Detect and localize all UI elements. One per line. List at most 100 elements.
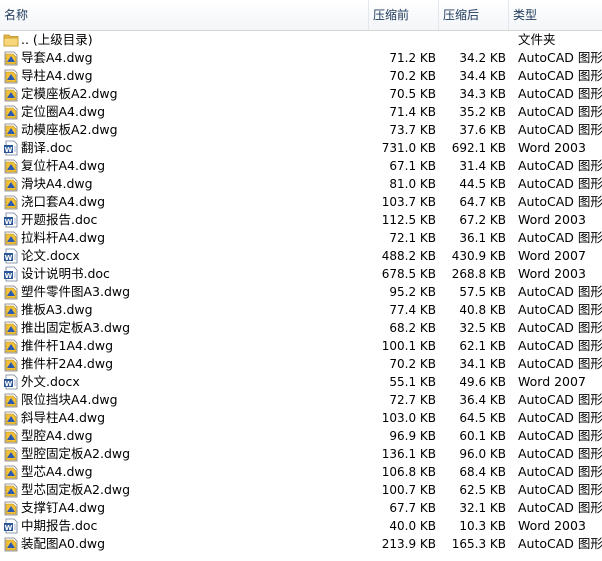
file-row[interactable]: 拉料杆A4.dwg 72.1 KB 36.1 KB AutoCAD 图形 xyxy=(0,229,602,247)
dwg-file-icon xyxy=(3,356,19,372)
file-row[interactable]: W 中期报告.doc 40.0 KB 10.3 KB Word 2003 xyxy=(0,517,602,535)
original-size: 136.1 KB xyxy=(381,447,436,461)
file-row[interactable]: 定模座板A2.dwg 70.5 KB 34.3 KB AutoCAD 图形 xyxy=(0,85,602,103)
file-type: Word 2003 xyxy=(518,140,586,155)
svg-text:W: W xyxy=(5,380,13,388)
file-row[interactable]: 导柱A4.dwg 70.2 KB 34.4 KB AutoCAD 图形 xyxy=(0,67,602,85)
file-name: 动模座板A2.dwg xyxy=(21,122,118,137)
original-size: 70.2 KB xyxy=(389,69,436,83)
compressed-size: 35.2 KB xyxy=(459,105,506,119)
file-row[interactable]: 型腔固定板A2.dwg 136.1 KB 96.0 KB AutoCAD 图形 xyxy=(0,445,602,463)
original-size: 68.2 KB xyxy=(389,321,436,335)
original-size: 103.0 KB xyxy=(381,411,436,425)
file-row[interactable]: 滑块A4.dwg 81.0 KB 44.5 KB AutoCAD 图形 xyxy=(0,175,602,193)
file-type: AutoCAD 图形 xyxy=(518,356,602,371)
file-type: Word 2007 xyxy=(518,374,586,389)
compressed-size: 10.3 KB xyxy=(459,519,506,533)
file-name: 型芯A4.dwg xyxy=(21,464,93,479)
file-row[interactable]: 复位杆A4.dwg 67.1 KB 31.4 KB AutoCAD 图形 xyxy=(0,157,602,175)
compressed-size: 34.4 KB xyxy=(459,69,506,83)
file-row[interactable]: 型芯固定板A2.dwg 100.7 KB 62.5 KB AutoCAD 图形 xyxy=(0,481,602,499)
file-name: 拉料杆A4.dwg xyxy=(21,230,106,245)
file-row[interactable]: 推件杆2A4.dwg 70.2 KB 34.1 KB AutoCAD 图形 xyxy=(0,355,602,373)
file-name: 浇口套A4.dwg xyxy=(21,194,106,209)
column-header-original-size[interactable]: 压缩前 xyxy=(368,0,438,30)
file-type: AutoCAD 图形 xyxy=(518,500,602,515)
column-header-type[interactable]: 类型 xyxy=(508,0,602,30)
compressed-size: 32.1 KB xyxy=(459,501,506,515)
compressed-size: 37.6 KB xyxy=(459,123,506,137)
file-type: Word 2007 xyxy=(518,248,586,263)
file-row[interactable]: 动模座板A2.dwg 73.7 KB 37.6 KB AutoCAD 图形 xyxy=(0,121,602,139)
file-type: 文件夹 xyxy=(518,32,556,47)
file-row[interactable]: W 设计说明书.doc 678.5 KB 268.8 KB Word 2003 xyxy=(0,265,602,283)
file-row[interactable]: 斜导柱A4.dwg 103.0 KB 64.5 KB AutoCAD 图形 xyxy=(0,409,602,427)
file-row[interactable]: 定位圈A4.dwg 71.4 KB 35.2 KB AutoCAD 图形 xyxy=(0,103,602,121)
file-row[interactable]: 塑件零件图A3.dwg 95.2 KB 57.5 KB AutoCAD 图形 xyxy=(0,283,602,301)
original-size: 70.2 KB xyxy=(389,357,436,371)
file-row[interactable]: W 外文.docx 55.1 KB 49.6 KB Word 2007 xyxy=(0,373,602,391)
file-name: 滑块A4.dwg xyxy=(21,176,93,191)
file-type: AutoCAD 图形 xyxy=(518,104,602,119)
svg-text:W: W xyxy=(5,218,13,226)
original-size: 72.7 KB xyxy=(389,393,436,407)
file-row[interactable]: 型腔A4.dwg 96.9 KB 60.1 KB AutoCAD 图形 xyxy=(0,427,602,445)
svg-text:W: W xyxy=(5,254,13,262)
column-header-name[interactable]: 名称 xyxy=(0,0,368,30)
file-row[interactable]: 限位挡块A4.dwg 72.7 KB 36.4 KB AutoCAD 图形 xyxy=(0,391,602,409)
original-size: 95.2 KB xyxy=(389,285,436,299)
compressed-size: 32.5 KB xyxy=(459,321,506,335)
compressed-size: 36.4 KB xyxy=(459,393,506,407)
original-size: 55.1 KB xyxy=(389,375,436,389)
file-row[interactable]: 推件杆1A4.dwg 100.1 KB 62.1 KB AutoCAD 图形 xyxy=(0,337,602,355)
file-row[interactable]: 推出固定板A3.dwg 68.2 KB 32.5 KB AutoCAD 图形 xyxy=(0,319,602,337)
file-row[interactable]: .. (上级目录) 文件夹 xyxy=(0,31,602,49)
compressed-size: 67.2 KB xyxy=(459,213,506,227)
file-name: 斜导柱A4.dwg xyxy=(21,410,106,425)
dwg-file-icon xyxy=(3,338,19,354)
file-type: AutoCAD 图形 xyxy=(518,320,602,335)
original-size: 112.5 KB xyxy=(381,213,436,227)
file-row[interactable]: 装配图A0.dwg 213.9 KB 165.3 KB AutoCAD 图形 xyxy=(0,535,602,553)
dwg-file-icon xyxy=(3,86,19,102)
original-size: 40.0 KB xyxy=(389,519,436,533)
column-header-compressed-size[interactable]: 压缩后 xyxy=(438,0,508,30)
original-size: 96.9 KB xyxy=(389,429,436,443)
compressed-size: 44.5 KB xyxy=(459,177,506,191)
file-row[interactable]: 导套A4.dwg 71.2 KB 34.2 KB AutoCAD 图形 xyxy=(0,49,602,67)
file-name: .. (上级目录) xyxy=(21,32,93,47)
dwg-file-icon xyxy=(3,50,19,66)
dwg-file-icon xyxy=(3,176,19,192)
file-type: AutoCAD 图形 xyxy=(518,536,602,551)
original-size: 71.4 KB xyxy=(389,105,436,119)
file-name: 定位圈A4.dwg xyxy=(21,104,106,119)
file-name: 翻译.doc xyxy=(21,140,73,155)
word-doc-icon: W xyxy=(3,518,19,534)
dwg-file-icon xyxy=(3,194,19,210)
file-row[interactable]: 浇口套A4.dwg 103.7 KB 64.7 KB AutoCAD 图形 xyxy=(0,193,602,211)
file-row[interactable]: W 论文.docx 488.2 KB 430.9 KB Word 2007 xyxy=(0,247,602,265)
file-name: 外文.docx xyxy=(21,374,80,389)
column-header-bar: 名称 压缩前 压缩后 类型 xyxy=(0,0,602,31)
file-name: 复位杆A4.dwg xyxy=(21,158,106,173)
compressed-size: 64.5 KB xyxy=(459,411,506,425)
file-type: AutoCAD 图形 xyxy=(518,482,602,497)
file-row[interactable]: 支撑钉A4.dwg 67.7 KB 32.1 KB AutoCAD 图形 xyxy=(0,499,602,517)
file-name: 推出固定板A3.dwg xyxy=(21,320,131,335)
original-size: 488.2 KB xyxy=(381,249,436,263)
file-type: AutoCAD 图形 xyxy=(518,392,602,407)
file-type: AutoCAD 图形 xyxy=(518,446,602,461)
original-size: 106.8 KB xyxy=(381,465,436,479)
original-size: 100.1 KB xyxy=(381,339,436,353)
file-type: AutoCAD 图形 xyxy=(518,158,602,173)
file-name: 型芯固定板A2.dwg xyxy=(21,482,131,497)
file-row[interactable]: W 开题报告.doc 112.5 KB 67.2 KB Word 2003 xyxy=(0,211,602,229)
file-row[interactable]: 推板A3.dwg 77.4 KB 40.8 KB AutoCAD 图形 xyxy=(0,301,602,319)
file-name: 型腔A4.dwg xyxy=(21,428,93,443)
compressed-size: 430.9 KB xyxy=(451,249,506,263)
file-type: AutoCAD 图形 xyxy=(518,428,602,443)
compressed-size: 34.2 KB xyxy=(459,51,506,65)
file-row[interactable]: 型芯A4.dwg 106.8 KB 68.4 KB AutoCAD 图形 xyxy=(0,463,602,481)
file-name: 设计说明书.doc xyxy=(21,266,110,281)
file-row[interactable]: W 翻译.doc 731.0 KB 692.1 KB Word 2003 xyxy=(0,139,602,157)
